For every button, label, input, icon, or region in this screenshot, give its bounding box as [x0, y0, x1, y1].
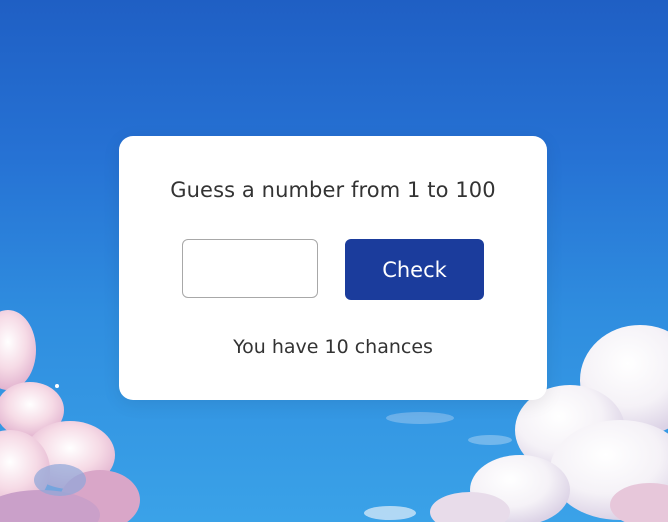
cloud-wisp	[364, 506, 416, 520]
guess-input[interactable]	[182, 239, 318, 298]
chances-text: You have 10 chances	[233, 336, 433, 358]
cloud-wisp	[468, 435, 512, 445]
guess-card: Guess a number from 1 to 100 Check You h…	[119, 136, 547, 400]
card-title: Guess a number from 1 to 100	[170, 178, 496, 202]
check-button[interactable]: Check	[345, 239, 484, 300]
cloud-wisp	[386, 412, 454, 424]
sparkle	[55, 384, 59, 388]
